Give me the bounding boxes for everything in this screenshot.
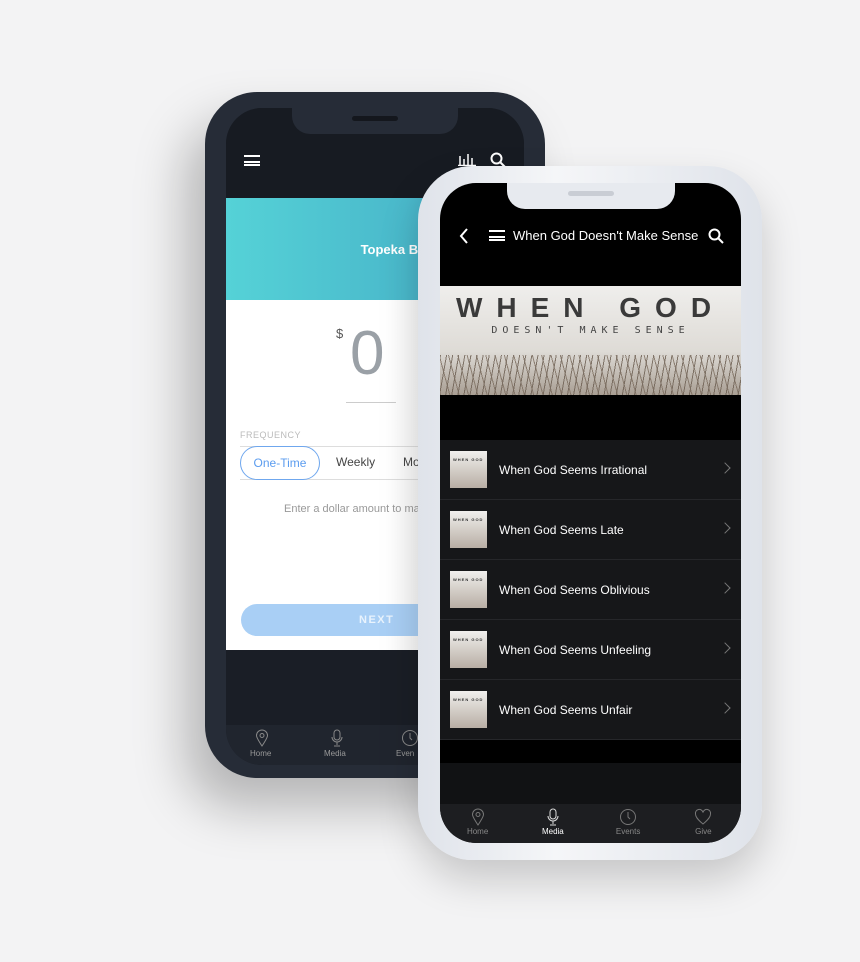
media-screen: When God Doesn't Make Sense WHEN GOD DOE… [440, 183, 741, 843]
chevron-right-icon [719, 522, 731, 534]
page-title: When God Doesn't Make Sense [513, 228, 699, 243]
frequency-one-time[interactable]: One-Time [240, 446, 320, 480]
tab-label: Events [615, 827, 641, 836]
list-item[interactable]: WHEN GOD When God Seems Oblivious [440, 560, 741, 620]
chevron-right-icon [719, 702, 731, 714]
banner-title: WHEN GOD [455, 292, 726, 323]
tab-events[interactable]: Events [591, 804, 666, 843]
microphone-icon [331, 729, 343, 747]
sermon-title: When God Seems Late [499, 522, 624, 537]
tab-label: Home [250, 749, 272, 758]
amount-input[interactable]: 0 [350, 318, 384, 389]
list-item[interactable]: WHEN GOD When God Seems Unfeeling [440, 620, 741, 680]
sermon-title: When God Seems Irrational [499, 462, 648, 477]
sermon-thumbnail: WHEN GOD [450, 571, 487, 608]
series-banner: WHEN GOD DOESN'T MAKE SENSE [440, 286, 741, 395]
chevron-right-icon [719, 642, 731, 654]
amount-hint: Enter a dollar amount to ma [284, 503, 420, 515]
tab-give[interactable]: Give [666, 804, 741, 843]
chevron-right-icon [719, 462, 731, 474]
currency-symbol: $ [336, 326, 344, 341]
tab-label: Home [466, 827, 489, 836]
tab-media[interactable]: Media [515, 804, 590, 843]
tab-bar: Home Media Events Give [440, 804, 741, 843]
tab-home[interactable]: Home [440, 804, 515, 843]
chevron-right-icon [719, 582, 731, 594]
chart-icon[interactable] [458, 152, 476, 166]
tab-home[interactable]: Home [246, 725, 278, 765]
notch [506, 183, 675, 209]
front-phone: When God Doesn't Make Sense WHEN GOD DOE… [418, 166, 762, 860]
list-item[interactable]: WHEN GOD When God Seems Unfair [440, 680, 741, 740]
clock-icon [620, 809, 637, 825]
tab-label: Media [324, 749, 346, 758]
sermon-title: When God Seems Unfair [499, 702, 633, 717]
list-item[interactable]: WHEN GOD When God Seems Irrational [440, 440, 741, 500]
location-pin-icon [471, 808, 484, 826]
search-icon[interactable] [708, 228, 724, 244]
location-pin-icon [255, 729, 269, 747]
clock-icon [402, 730, 418, 746]
sermon-thumbnail: WHEN GOD [450, 451, 487, 488]
heart-icon [695, 808, 712, 825]
tab-label: Give [695, 827, 712, 836]
banner-subtitle: DOESN'T MAKE SENSE [491, 325, 690, 336]
sermon-thumbnail: WHEN GOD [450, 691, 487, 728]
tab-label: Media [541, 827, 564, 836]
menu-icon[interactable] [244, 155, 260, 166]
tab-events[interactable]: Even [396, 725, 418, 765]
sermon-title: When God Seems Unfeeling [499, 642, 652, 657]
sermon-list: WHEN GOD When God Seems Irrational WHEN GO… [440, 440, 741, 740]
frequency-weekly[interactable]: Weekly [336, 446, 375, 480]
back-icon[interactable] [459, 228, 469, 244]
menu-icon[interactable] [489, 230, 505, 241]
sermon-thumbnail: WHEN GOD [450, 511, 487, 548]
notch [292, 108, 458, 134]
microphone-icon [547, 808, 559, 826]
list-item[interactable]: WHEN GOD When God Seems Late [440, 500, 741, 560]
tab-media[interactable]: Media [321, 725, 353, 765]
sermon-thumbnail: WHEN GOD [450, 631, 487, 668]
tab-label: Even [396, 749, 415, 758]
frequency-label: FREQUENCY [240, 430, 302, 440]
sermon-title: When God Seems Oblivious [499, 582, 650, 597]
